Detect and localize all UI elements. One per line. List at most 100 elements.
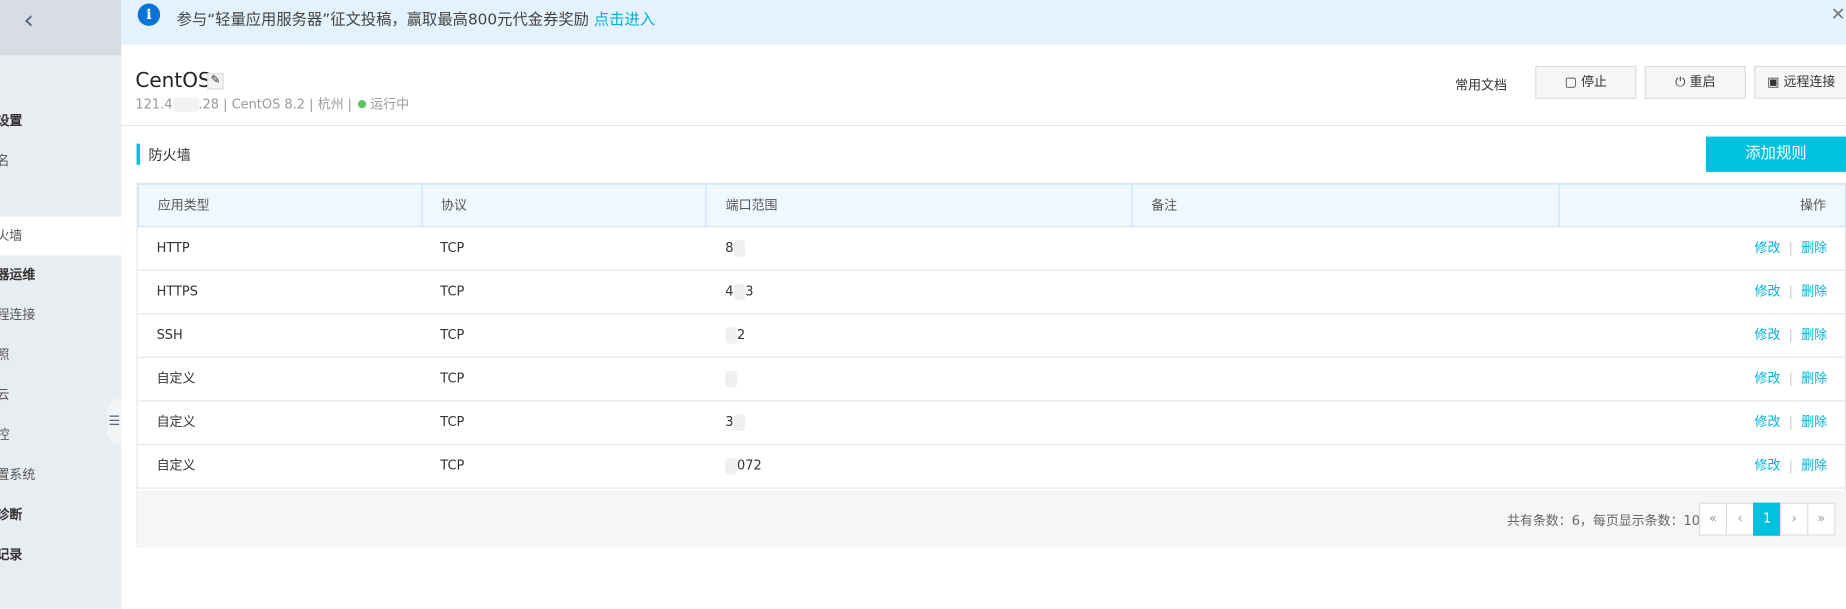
protocol: TCP [440, 370, 465, 387]
info-icon: i [137, 3, 161, 26]
delete-link[interactable]: 删除 [1801, 327, 1827, 342]
delete-link[interactable]: 删除 [1801, 414, 1827, 429]
port-range: 8 [706, 227, 1132, 269]
next-page-button[interactable]: › [1780, 502, 1809, 536]
actions: 修改 | 删除 [1561, 271, 1846, 313]
table-row: 自定义 TCP 3 修改 | 删除 [137, 401, 1846, 446]
edit-link[interactable]: 修改 [1755, 284, 1781, 299]
banner-message: 参与“轻量应用服务器”征文投稿，赢取最高800元代金券奖励 [176, 11, 589, 30]
banner-link[interactable]: 点击进入 [594, 12, 655, 30]
port-suffix: 072 [736, 457, 762, 474]
sidebar-item[interactable]: 记录 [0, 536, 121, 575]
app-type: SSH [156, 327, 183, 343]
actions: 修改 | 删除 [1561, 227, 1846, 269]
sidebar-item[interactable]: 云 [0, 376, 121, 415]
table-row: 自定义 TCP 072 修改 | 删除 [137, 445, 1846, 489]
protocol: TCP [440, 414, 465, 430]
edit-link[interactable]: 修改 [1755, 458, 1781, 473]
section-title: 防火墙 [148, 147, 191, 164]
redaction [172, 97, 199, 112]
chevron-left-icon[interactable]: ‹ [24, 6, 34, 35]
separator: | [1788, 283, 1794, 300]
edit-link[interactable]: 修改 [1755, 414, 1781, 429]
actions: 修改 | 删除 [1561, 401, 1846, 443]
redaction [725, 327, 737, 344]
remote-connect-button[interactable]: ▣ 远程连接 [1754, 65, 1846, 99]
sidebar-item-label: 照 [0, 347, 9, 362]
section-accent-bar [136, 143, 141, 165]
prev-page-button[interactable]: ‹ [1725, 502, 1755, 536]
column-header: 应用类型 [139, 184, 423, 227]
banner-text: 参与“轻量应用服务器”征文投稿，赢取最高800元代金券奖励 点击进入 [176, 7, 656, 30]
table-footer: 共有条数：6，每页显示条数：10 «‹ 1 ›» [137, 490, 1846, 548]
announcement-banner: i 参与“轻量应用服务器”征文投稿，赢取最高800元代金券奖励 点击进入 ✕ [121, 0, 1846, 45]
delete-link[interactable]: 删除 [1801, 458, 1827, 473]
app-type: HTTPS [156, 283, 198, 300]
note [1133, 227, 1562, 269]
stop-button[interactable]: ▢ 停止 [1535, 65, 1637, 99]
edit-link[interactable]: 修改 [1755, 371, 1781, 386]
page-button[interactable]: 1 [1752, 502, 1782, 536]
sidebar-item[interactable]: 火墙 [0, 216, 122, 256]
stop-icon: ▢ [1564, 74, 1577, 90]
sidebar-item-label: 置系统 [0, 467, 36, 483]
app-type: HTTP [156, 240, 190, 256]
redaction [733, 240, 746, 257]
sidebar-item[interactable]: 程连接 [0, 296, 121, 335]
ip-suffix: .28 [198, 96, 219, 112]
first-page-button[interactable]: « [1698, 502, 1728, 536]
instance-title: CentOS [135, 69, 211, 94]
port-range: 43 [706, 271, 1132, 313]
table-row: HTTPS TCP 4 3 修改 | 删除 [137, 271, 1846, 315]
close-icon[interactable]: ✕ [1831, 4, 1846, 25]
sidebar-item[interactable]: 设置 [0, 101, 121, 140]
total-count: 共有条数：6，每页显示条数：10 [1506, 513, 1701, 529]
sidebar-header [0, 0, 122, 56]
port-range: 3 [706, 401, 1132, 443]
note [1133, 314, 1562, 356]
port-suffix: 2 [736, 327, 746, 343]
port-range: 2 [706, 314, 1132, 356]
app-type: 自定义 [156, 370, 196, 387]
edit-link[interactable]: 修改 [1755, 327, 1781, 342]
delete-link[interactable]: 删除 [1801, 240, 1827, 255]
sidebar-item-label: 器运维 [0, 267, 36, 283]
sidebar-item[interactable]: 诊断 [0, 496, 121, 535]
monitor-icon: ▣ [1767, 74, 1780, 90]
region: 杭州 [317, 96, 344, 112]
os-version: CentOS 8.2 [231, 96, 306, 112]
port-prefix: 4 [725, 283, 734, 300]
sidebar-item[interactable]: 器运维 [0, 255, 121, 294]
remote-label: 远程连接 [1783, 74, 1836, 90]
sidebar-item-label: 云 [0, 387, 9, 402]
edit-link[interactable]: 修改 [1755, 240, 1781, 255]
column-header: 协议 [422, 184, 707, 227]
docs-link[interactable]: 常用文档 [1455, 75, 1507, 94]
instance-info: 121.4.28 | CentOS 8.2 | 杭州 | 运行中 [135, 96, 410, 112]
pagination: «‹ 1 ›» [1698, 502, 1836, 536]
protocol: TCP [440, 457, 465, 474]
table-row: HTTP TCP 8 修改 | 删除 [137, 227, 1846, 271]
add-rule-button[interactable]: 添加规则 [1705, 136, 1846, 172]
edit-icon[interactable]: ✎ [207, 72, 224, 90]
delete-link[interactable]: 删除 [1801, 284, 1827, 299]
restart-label: 重启 [1689, 74, 1716, 90]
port-suffix: 3 [745, 283, 754, 300]
delete-link[interactable]: 删除 [1801, 371, 1827, 386]
note [1133, 271, 1562, 313]
protocol: TCP [440, 283, 465, 300]
sidebar-item[interactable]: 照 [0, 336, 121, 375]
note [1133, 358, 1562, 400]
sidebar-item[interactable]: 控 [0, 416, 121, 455]
sidebar-item[interactable]: 置系统 [0, 456, 121, 495]
collapse-menu-icon[interactable]: ☰ [107, 399, 122, 444]
port-range [706, 358, 1132, 400]
last-page-button[interactable]: » [1807, 502, 1836, 536]
sidebar-item[interactable]: 名 [0, 141, 121, 180]
separator: | [1788, 240, 1794, 256]
sidebar-item-label: 记录 [0, 547, 23, 563]
redaction [725, 457, 737, 475]
restart-button[interactable]: ⏻ 重启 [1644, 65, 1746, 99]
status-dot-icon [358, 100, 367, 109]
separator: | [1788, 457, 1794, 474]
